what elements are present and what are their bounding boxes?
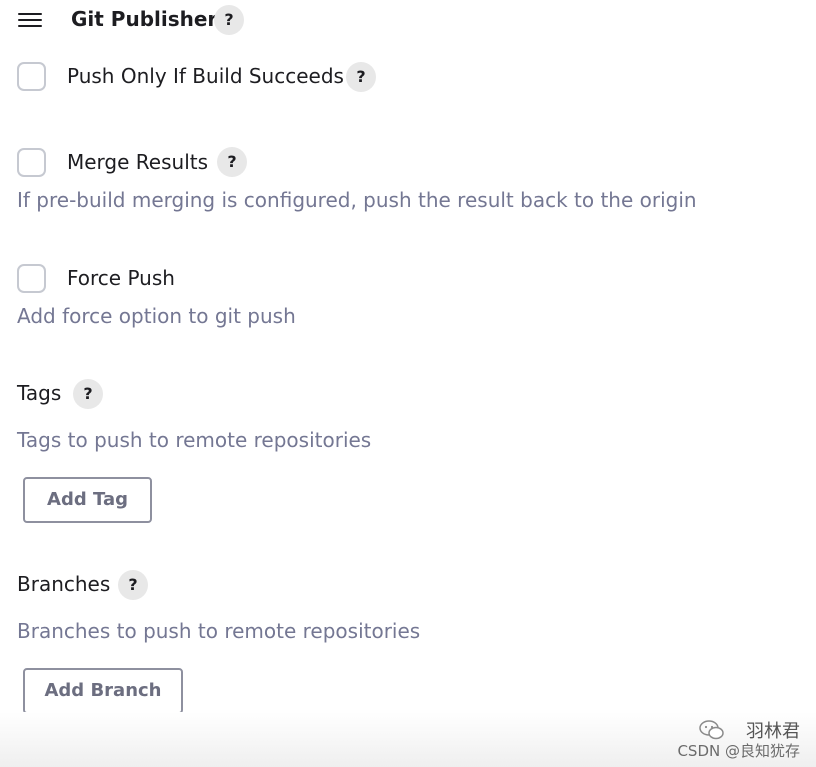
force-push-description: Add force option to git push — [17, 304, 296, 328]
force-push-label[interactable]: Force Push — [67, 265, 175, 291]
git-publisher-panel: Git Publisher ? Push Only If Build Succe… — [0, 0, 816, 767]
branches-label: Branches — [17, 572, 111, 596]
wechat-icon — [699, 720, 724, 740]
push-only-if-build-succeeds-label[interactable]: Push Only If Build Succeeds — [67, 63, 344, 89]
section-title: Git Publisher — [71, 7, 218, 31]
merge-results-label[interactable]: Merge Results — [67, 149, 208, 175]
tags-label: Tags — [17, 381, 62, 405]
add-tag-button[interactable]: Add Tag — [23, 477, 152, 523]
merge-results-description: If pre-build merging is configured, push… — [17, 188, 697, 212]
push-only-if-build-succeeds-checkbox[interactable] — [17, 62, 46, 91]
branches-description: Branches to push to remote repositories — [17, 619, 421, 643]
add-branch-button[interactable]: Add Branch — [23, 668, 183, 714]
help-icon-branches[interactable]: ? — [118, 570, 148, 600]
tags-description: Tags to push to remote repositories — [17, 428, 372, 452]
help-icon-push-only[interactable]: ? — [346, 62, 376, 92]
help-icon-merge-results[interactable]: ? — [217, 147, 247, 177]
drag-handle-icon[interactable] — [18, 13, 42, 27]
force-push-checkbox[interactable] — [17, 264, 46, 293]
merge-results-checkbox[interactable] — [17, 148, 46, 177]
help-icon-git-publisher[interactable]: ? — [214, 5, 244, 35]
watermark-csdn: CSDN @良知犹存 — [677, 742, 800, 760]
help-icon-tags[interactable]: ? — [73, 379, 103, 409]
